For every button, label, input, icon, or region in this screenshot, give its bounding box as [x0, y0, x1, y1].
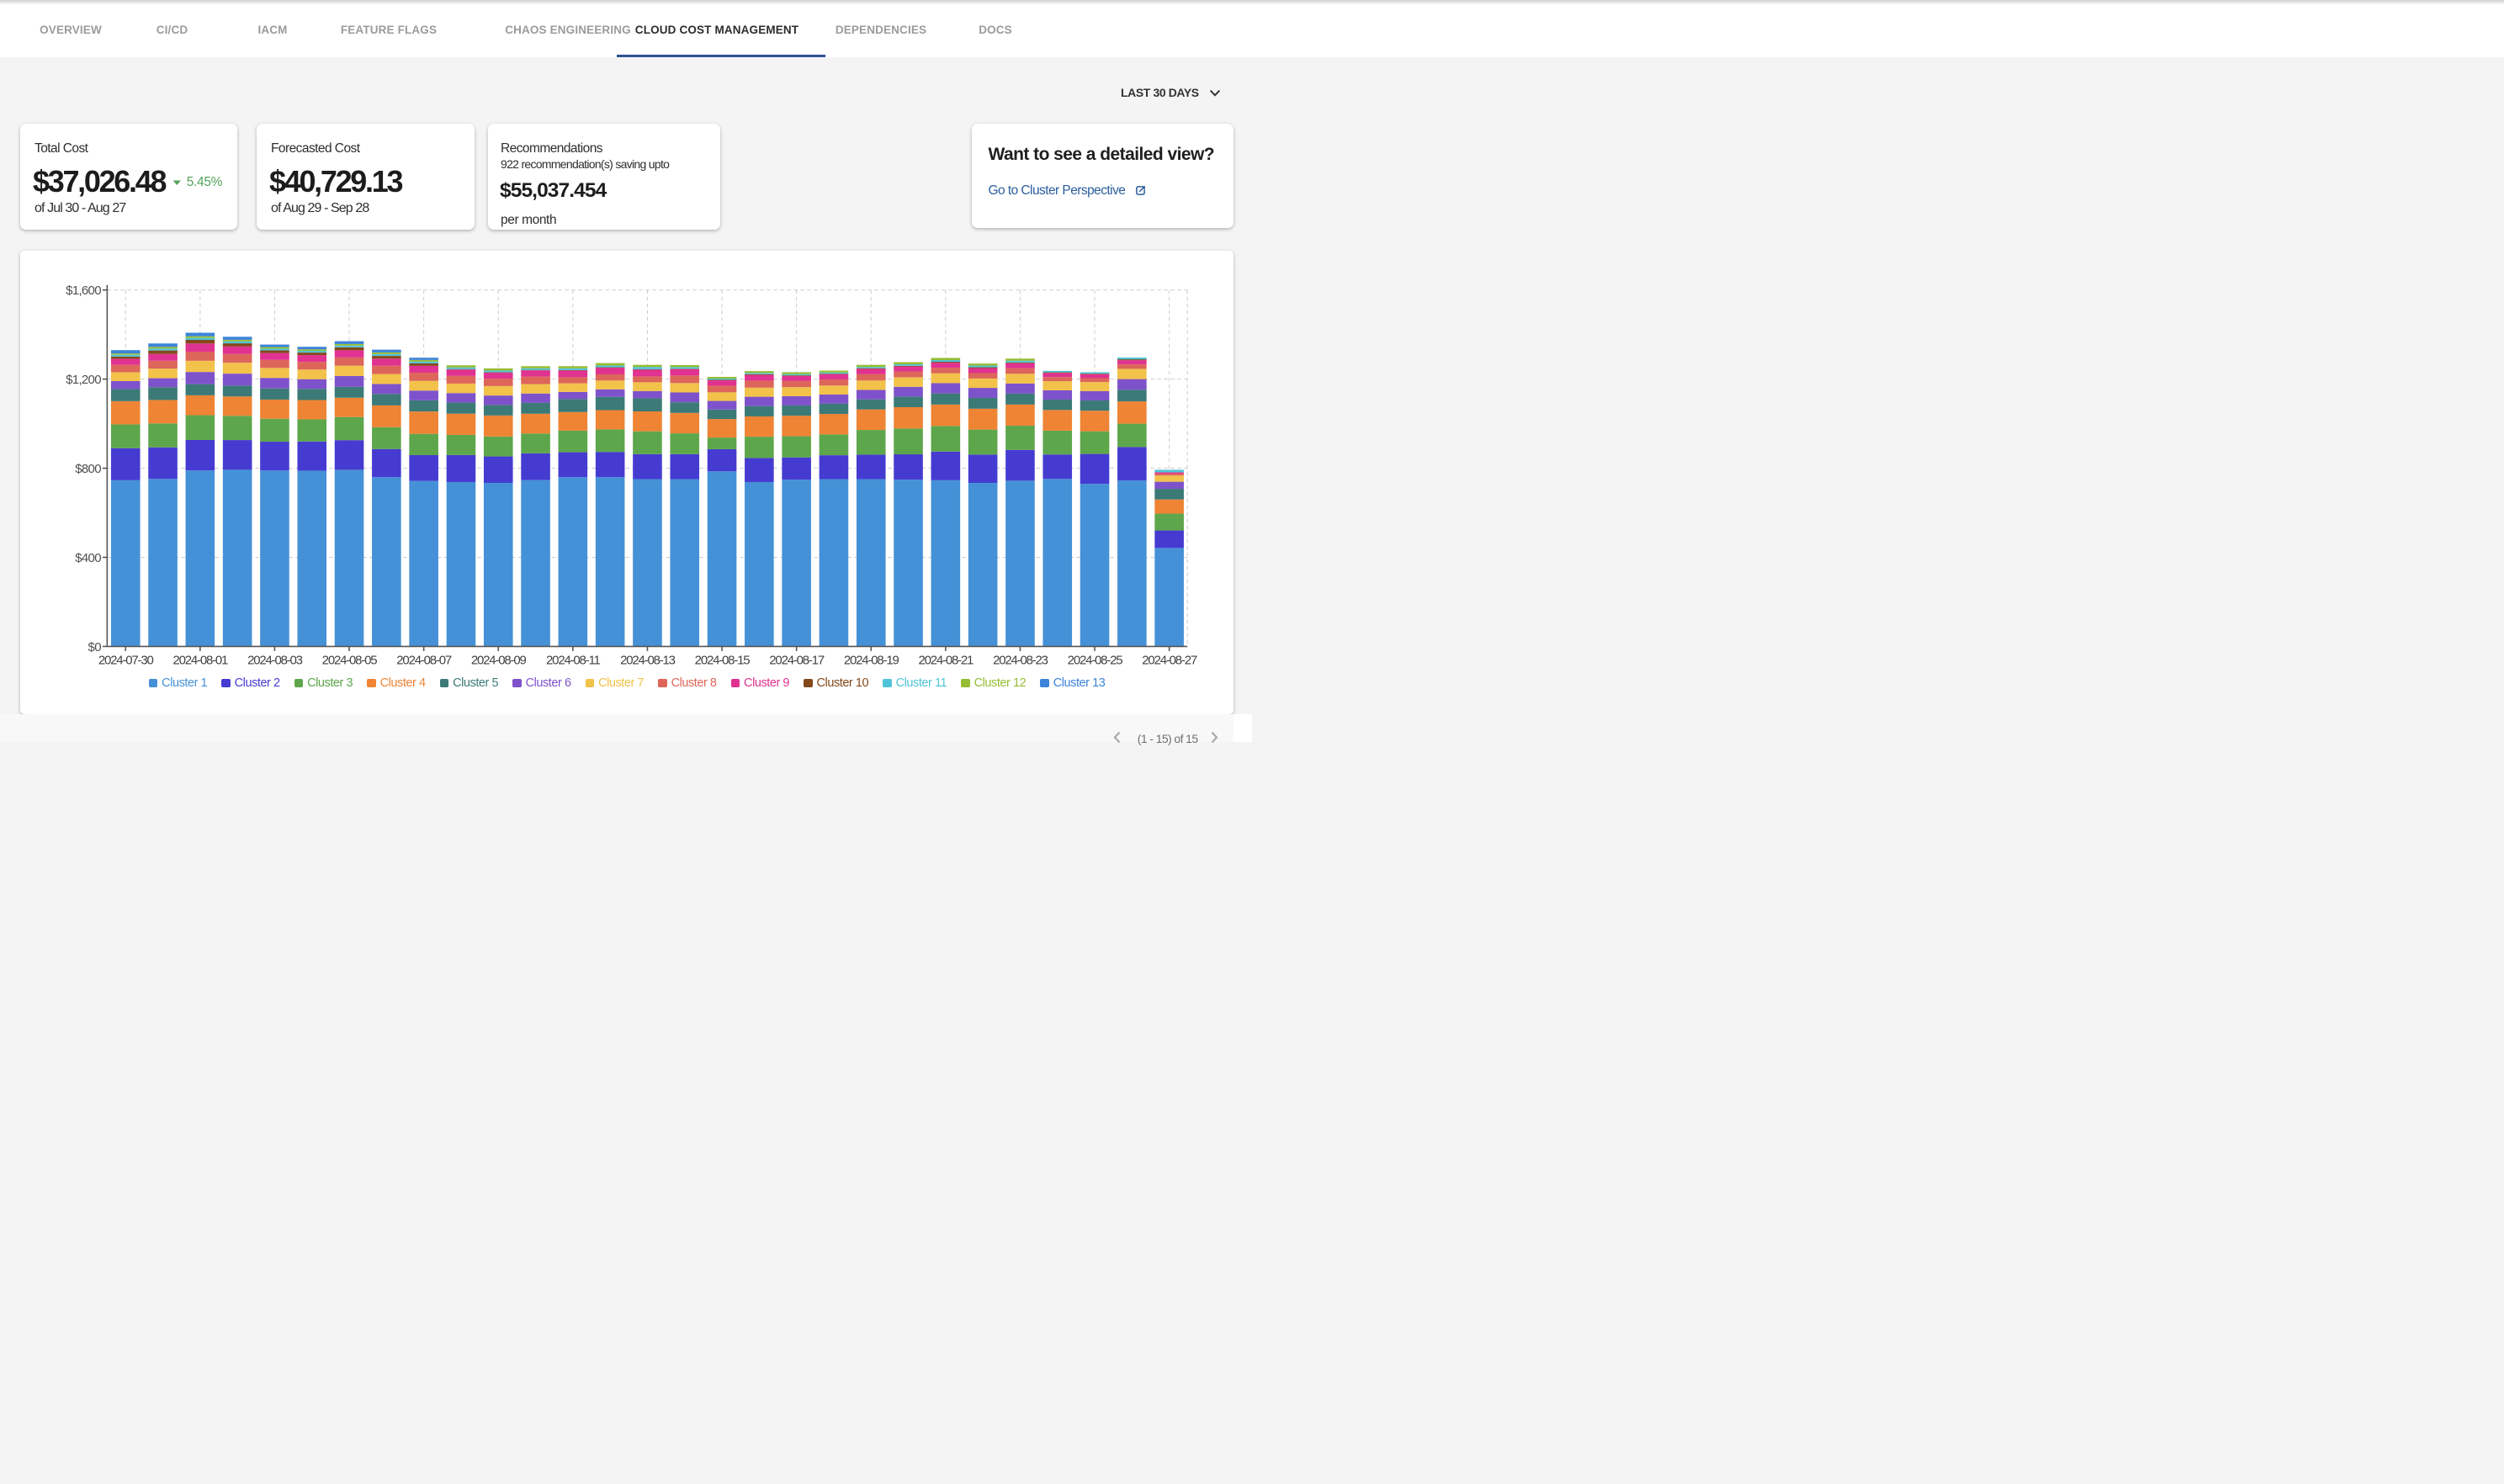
- svg-text:2024-08-01: 2024-08-01: [172, 653, 228, 667]
- svg-text:$1,600: $1,600: [66, 284, 101, 298]
- svg-text:2024-08-25: 2024-08-25: [1068, 653, 1123, 667]
- svg-text:2024-08-05: 2024-08-05: [322, 653, 378, 667]
- svg-text:2024-08-09: 2024-08-09: [471, 653, 527, 667]
- svg-text:2024-08-19: 2024-08-19: [844, 653, 899, 667]
- svg-text:2024-08-11: 2024-08-11: [546, 653, 600, 667]
- svg-text:2024-08-07: 2024-08-07: [396, 653, 452, 667]
- svg-text:2024-08-13: 2024-08-13: [620, 653, 676, 667]
- svg-text:2024-08-15: 2024-08-15: [695, 653, 751, 667]
- svg-text:$400: $400: [75, 551, 101, 565]
- svg-text:2024-08-23: 2024-08-23: [993, 653, 1048, 667]
- svg-text:2024-08-21: 2024-08-21: [918, 653, 973, 667]
- svg-text:$800: $800: [75, 462, 101, 476]
- svg-text:2024-08-03: 2024-08-03: [247, 653, 303, 667]
- svg-text:$0: $0: [88, 640, 102, 655]
- svg-text:2024-08-17: 2024-08-17: [769, 653, 825, 667]
- svg-text:2024-08-27: 2024-08-27: [1142, 653, 1197, 667]
- svg-text:2024-07-30: 2024-07-30: [98, 653, 154, 667]
- svg-text:$1,200: $1,200: [66, 373, 101, 387]
